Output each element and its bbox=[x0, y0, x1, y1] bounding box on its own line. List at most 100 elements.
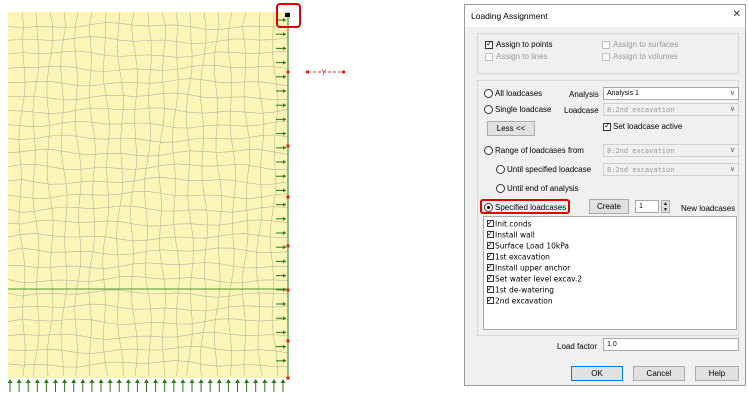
single-loadcase-label: Single loadcase bbox=[495, 105, 552, 114]
assign-lines-checkbox bbox=[485, 53, 493, 61]
dialog-titlebar: Loading Assignment ✕ bbox=[465, 5, 745, 27]
arrow-head bbox=[134, 379, 140, 383]
help-button[interactable]: Help bbox=[695, 366, 739, 381]
load-factor-input[interactable]: 1.0 bbox=[603, 338, 739, 351]
arrow-head bbox=[153, 379, 159, 383]
list-item-checkbox[interactable] bbox=[487, 273, 494, 283]
chevron-down-icon: ∨ bbox=[729, 105, 735, 113]
list-item-label: Set water level excav.2 bbox=[495, 274, 583, 284]
until-specified-radio[interactable] bbox=[496, 165, 505, 174]
chevron-down-icon: ∨ bbox=[729, 146, 735, 154]
chevron-down-icon: ∨ bbox=[729, 89, 735, 97]
list-item-label: Install wall bbox=[495, 230, 535, 240]
node-point bbox=[286, 244, 290, 248]
range-label: Range of loadcases from bbox=[495, 146, 584, 155]
load-factor-value: 1.0 bbox=[607, 341, 617, 348]
list-item[interactable]: 1st de-watering bbox=[487, 284, 554, 296]
set-active-checkbox[interactable] bbox=[603, 121, 611, 131]
loadcase-list[interactable]: Init.conds Install wall Surface Load 10k… bbox=[483, 216, 737, 330]
arrow-head bbox=[62, 379, 68, 383]
arrow-head bbox=[180, 379, 186, 383]
arrow-head bbox=[107, 379, 113, 383]
loading-assignment-dialog: Loading Assignment ✕ Assign to points As… bbox=[464, 4, 746, 386]
new-loadcases-label: New loadcases bbox=[681, 204, 736, 213]
arrow-head bbox=[7, 379, 13, 383]
arrow-head bbox=[16, 379, 22, 383]
specified-loadcases-highlight bbox=[480, 199, 570, 214]
range-select-value: 8:2nd excavation bbox=[607, 147, 675, 155]
arrow-head bbox=[43, 379, 49, 383]
range-select: 8:2nd excavation ∨ bbox=[603, 144, 739, 157]
assign-surfaces-label: Assign to surfaces bbox=[613, 40, 679, 49]
list-item[interactable]: 1st excavation bbox=[487, 251, 550, 263]
all-loadcases-radio[interactable] bbox=[484, 89, 493, 98]
arrow-head bbox=[71, 379, 77, 383]
assign-points-checkbox[interactable] bbox=[485, 39, 493, 49]
single-loadcase-radio[interactable] bbox=[484, 105, 493, 114]
list-item-checkbox[interactable] bbox=[487, 262, 494, 272]
assign-lines-label: Assign to lines bbox=[496, 52, 548, 61]
assign-points-label: Assign to points bbox=[496, 40, 553, 49]
node-point bbox=[286, 288, 290, 292]
arrow-head bbox=[216, 379, 222, 383]
node-point bbox=[286, 376, 290, 380]
node-point bbox=[286, 144, 290, 148]
list-item-label: Install upper anchor bbox=[495, 263, 571, 273]
arrow-head bbox=[80, 379, 86, 383]
arrow-head bbox=[25, 379, 31, 383]
cancel-button[interactable]: Cancel bbox=[633, 366, 685, 381]
arrow-head bbox=[144, 379, 149, 383]
list-item[interactable]: Surface Load 10kPa bbox=[487, 240, 570, 252]
list-item-checkbox[interactable] bbox=[487, 229, 494, 239]
arrow-head bbox=[189, 379, 195, 383]
list-item-checkbox[interactable] bbox=[487, 240, 494, 250]
list-item-label: Surface Load 10kPa bbox=[495, 241, 570, 251]
list-item[interactable]: Install wall bbox=[487, 229, 535, 241]
node-point bbox=[286, 339, 290, 343]
list-item-checkbox[interactable] bbox=[487, 251, 494, 261]
arrow-head bbox=[171, 379, 177, 383]
list-item[interactable]: Init.conds bbox=[487, 218, 532, 230]
create-button[interactable]: Create bbox=[589, 199, 629, 214]
arrow-head bbox=[198, 379, 204, 383]
less-button[interactable]: Less << bbox=[487, 121, 535, 136]
list-item-checkbox[interactable] bbox=[487, 284, 494, 294]
arrow-head bbox=[207, 379, 213, 383]
until-specified-select-value: 8:2nd excavation bbox=[607, 166, 675, 174]
arrow-head bbox=[162, 379, 168, 383]
until-specified-select: 8:2nd excavation ∨ bbox=[603, 163, 739, 176]
dialog-title: Loading Assignment bbox=[471, 11, 548, 21]
list-item[interactable]: 2nd excavation bbox=[487, 295, 553, 307]
bottom-load-arrows bbox=[7, 379, 286, 392]
list-item-checkbox[interactable] bbox=[487, 218, 494, 228]
arrow-head bbox=[225, 379, 231, 383]
ok-button[interactable]: OK bbox=[571, 366, 623, 381]
load-factor-label: Load factor bbox=[557, 342, 598, 351]
arrow-head bbox=[235, 379, 240, 383]
list-item[interactable]: Install upper anchor bbox=[487, 262, 571, 274]
list-item[interactable]: Set water level excav.2 bbox=[487, 273, 583, 285]
arrow-head bbox=[98, 379, 104, 383]
selected-point[interactable] bbox=[285, 13, 290, 17]
arrow-head bbox=[262, 379, 268, 383]
node-point bbox=[286, 70, 290, 74]
arrow-head bbox=[116, 379, 122, 383]
loadcase-select-value: 8:2nd excavation bbox=[607, 106, 675, 114]
analysis-select[interactable]: Analysis 1 ∨ bbox=[603, 87, 739, 100]
create-count-spinner[interactable]: ▲ ▼ bbox=[661, 200, 670, 213]
range-radio[interactable] bbox=[484, 146, 493, 155]
assign-surfaces-checkbox bbox=[602, 41, 610, 49]
until-end-radio[interactable] bbox=[496, 184, 505, 193]
all-loadcases-label: All loadcases bbox=[495, 89, 543, 98]
y-axis-label: Y bbox=[321, 68, 327, 77]
create-count-input[interactable]: 1 bbox=[635, 200, 659, 213]
arrow-head bbox=[125, 379, 131, 383]
arrow-head bbox=[89, 379, 95, 383]
mesh-viewport[interactable]: Y bbox=[0, 0, 360, 394]
close-icon[interactable]: ✕ bbox=[733, 9, 741, 20]
arrow-head bbox=[253, 379, 259, 383]
until-specified-label: Until specified loadcase bbox=[507, 165, 592, 174]
spinner-down-icon[interactable]: ▼ bbox=[663, 207, 668, 213]
list-item-label: Init.conds bbox=[495, 219, 532, 229]
list-item-checkbox[interactable] bbox=[487, 295, 494, 305]
